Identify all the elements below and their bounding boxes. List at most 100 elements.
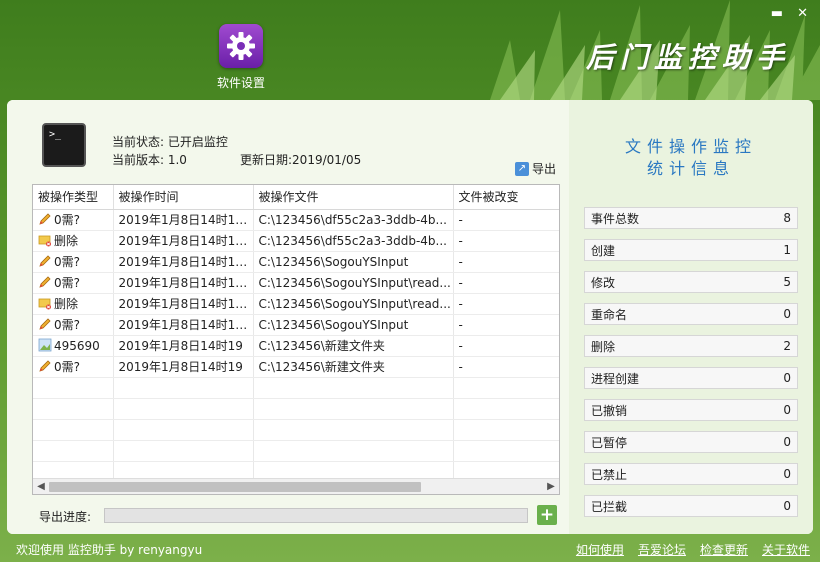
export-label: 导出 bbox=[532, 162, 557, 176]
cell-time: 2019年1月8日14时18... bbox=[113, 314, 254, 336]
cell-type: 495690 bbox=[33, 335, 114, 357]
type-text: 0需? bbox=[54, 213, 81, 227]
cell-time: 2019年1月8日14时18... bbox=[113, 209, 254, 231]
type-text: 0需? bbox=[54, 360, 81, 374]
table-row[interactable]: 删除 2019年1月8日14时18... C:\123456\df55c2a3-3d… bbox=[33, 230, 559, 252]
image-file-icon bbox=[38, 338, 54, 353]
minimize-button[interactable]: ▬ bbox=[771, 6, 783, 21]
stat-value: 5 bbox=[783, 275, 791, 289]
stat-label: 删除 bbox=[591, 339, 616, 354]
scroll-left-icon[interactable]: ◀ bbox=[33, 479, 49, 494]
type-text: 0需? bbox=[54, 255, 81, 269]
header: ▬ ✕ 软件设置 后门监控助手 bbox=[0, 0, 820, 100]
column-header-type[interactable]: 被操作类型 bbox=[33, 185, 114, 210]
type-text: 删除 bbox=[54, 297, 79, 311]
table-row[interactable]: 0需? 2019年1月8日14时18... C:\123456\SogouYSInp… bbox=[33, 272, 559, 294]
cell-changed: - bbox=[453, 293, 559, 315]
stat-label: 修改 bbox=[591, 275, 616, 290]
scroll-right-icon[interactable]: ▶ bbox=[543, 479, 559, 494]
stat-row: 创建 1 bbox=[584, 239, 798, 261]
cell-file: C:\123456\df55c2a3-3ddb-4b... bbox=[253, 230, 454, 252]
stat-row: 已拦截 0 bbox=[584, 495, 798, 517]
add-button[interactable]: + bbox=[537, 505, 557, 525]
stat-row: 已禁止 0 bbox=[584, 463, 798, 485]
stat-value: 0 bbox=[783, 403, 791, 417]
stat-label: 创建 bbox=[591, 243, 616, 258]
stat-row: 已撤销 0 bbox=[584, 399, 798, 421]
footer: 欢迎使用 监控助手 by renyangyu 如何使用 吾爱论坛 检查更新 关于… bbox=[0, 534, 820, 562]
stat-value: 0 bbox=[783, 467, 791, 481]
table-row[interactable]: 495690 2019年1月8日14时19 C:\123456\新建文件夹 - bbox=[33, 335, 559, 357]
brand-title: 后门监控助手 bbox=[585, 41, 790, 74]
pencil-icon bbox=[38, 318, 54, 332]
cell-type: 删除 bbox=[33, 293, 114, 315]
cell-changed: - bbox=[453, 230, 559, 252]
cell-time: 2019年1月8日14时19 bbox=[113, 335, 254, 357]
pencil-icon bbox=[38, 255, 54, 269]
stat-label: 进程创建 bbox=[591, 371, 640, 386]
stats-title-line1: 文件操作监控 bbox=[624, 137, 757, 156]
stat-row: 进程创建 0 bbox=[584, 367, 798, 389]
stat-value: 0 bbox=[783, 435, 791, 449]
link-forum[interactable]: 吾爱论坛 bbox=[638, 541, 686, 558]
cell-type: 删除 bbox=[33, 230, 114, 252]
cell-type: 0需? bbox=[33, 314, 114, 336]
update-date-text: 更新日期:2019/01/05 bbox=[240, 153, 362, 167]
footer-links: 如何使用 吾爱论坛 检查更新 关于软件 bbox=[576, 541, 810, 558]
plus-icon: + bbox=[539, 505, 555, 525]
welcome-text: 欢迎使用 监控助手 by renyangyu bbox=[16, 543, 203, 557]
delete-folder-icon bbox=[38, 297, 54, 311]
cell-type: 0需? bbox=[33, 251, 114, 273]
stat-row: 事件总数 8 bbox=[584, 207, 798, 229]
cell-changed: - bbox=[453, 272, 559, 294]
stat-row: 修改 5 bbox=[584, 271, 798, 293]
cell-type: 0需? bbox=[33, 272, 114, 294]
type-text: 0需? bbox=[54, 318, 81, 332]
stat-value: 0 bbox=[783, 499, 791, 513]
table-row[interactable]: 0需? 2019年1月8日14时18... C:\123456\SogouYSInp… bbox=[33, 314, 559, 336]
stats-panel: 文件操作监控 统计信息 事件总数 8 创建 1 修改 5 重命名 0 删除 2 进程创建 0 已撤销 0 已… bbox=[569, 100, 813, 534]
cell-file: C:\123456\SogouYSInput\read... bbox=[253, 293, 454, 315]
link-about[interactable]: 关于软件 bbox=[762, 541, 810, 558]
cell-type: 0需? bbox=[33, 356, 114, 378]
link-check-update[interactable]: 检查更新 bbox=[700, 541, 748, 558]
scroll-thumb[interactable] bbox=[49, 482, 421, 492]
terminal-icon: >_ bbox=[42, 123, 86, 167]
empty-row bbox=[33, 377, 559, 399]
table-row[interactable]: 删除 2019年1月8日14时18... C:\123456\SogouYSInpu… bbox=[33, 293, 559, 315]
stats-title: 文件操作监控 统计信息 bbox=[569, 136, 813, 180]
stat-row: 删除 2 bbox=[584, 335, 798, 357]
horizontal-scrollbar[interactable]: ◀ ▶ bbox=[33, 478, 559, 494]
stat-row: 已暂停 0 bbox=[584, 431, 798, 453]
export-progress-label: 导出进度: bbox=[39, 510, 92, 524]
window-controls: ▬ ✕ bbox=[771, 6, 808, 21]
table-header-row: 被操作类型 被操作时间 被操作文件 文件被改变 bbox=[33, 185, 559, 210]
column-header-changed[interactable]: 文件被改变 bbox=[453, 185, 559, 210]
cell-file: C:\123456\SogouYSInput bbox=[253, 251, 454, 273]
stat-value: 1 bbox=[783, 243, 791, 257]
stat-value: 0 bbox=[783, 371, 791, 385]
column-header-time[interactable]: 被操作时间 bbox=[113, 185, 254, 210]
monitor-panel: >_ 当前状态: 已开启监控 当前版本: 1.0 更新日期:2019/01/05… bbox=[7, 100, 569, 534]
cell-time: 2019年1月8日14时18... bbox=[113, 272, 254, 294]
table-row[interactable]: 0需? 2019年1月8日14时18... C:\123456\df55c2a3-3… bbox=[33, 209, 559, 231]
type-text: 495690 bbox=[54, 339, 100, 353]
empty-row bbox=[33, 440, 559, 462]
type-text: 0需? bbox=[54, 276, 81, 290]
table-row[interactable]: 0需? 2019年1月8日14时19 C:\123456\新建文件夹 - bbox=[33, 356, 559, 378]
empty-row bbox=[33, 398, 559, 420]
delete-folder-icon bbox=[38, 234, 54, 248]
close-button[interactable]: ✕ bbox=[797, 6, 808, 21]
export-button[interactable]: ↗ 导出 bbox=[515, 160, 556, 177]
table-row[interactable]: 0需? 2019年1月8日14时18... C:\123456\SogouYSInp… bbox=[33, 251, 559, 273]
stat-label: 重命名 bbox=[591, 307, 628, 322]
export-icon: ↗ bbox=[515, 161, 529, 176]
link-how-to-use[interactable]: 如何使用 bbox=[576, 541, 624, 558]
column-header-file[interactable]: 被操作文件 bbox=[253, 185, 454, 210]
settings-button[interactable]: 软件设置 bbox=[212, 24, 270, 91]
stat-value: 8 bbox=[783, 211, 791, 225]
monitor-state: 当前状态: 已开启监控 bbox=[112, 135, 228, 149]
cell-changed: - bbox=[453, 314, 559, 336]
stat-label: 已禁止 bbox=[591, 467, 628, 482]
cell-type: 0需? bbox=[33, 209, 114, 231]
